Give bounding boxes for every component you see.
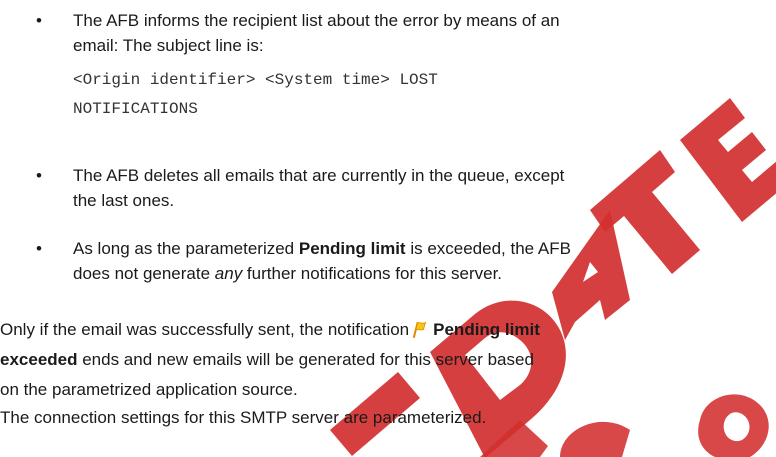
emphasis: any	[214, 264, 243, 283]
bullet-icon: •	[36, 239, 42, 258]
list-item-line: As long as the parameterized Pending lim…	[73, 239, 571, 258]
list-item-line: The AFB deletes all emails that are curr…	[73, 166, 565, 185]
term-exceeded: exceeded	[0, 350, 78, 369]
list-item-line: does not generate any further notificati…	[73, 264, 503, 283]
bullet-icon: •	[36, 166, 42, 185]
paragraph-line: on the parametrized application source.	[0, 380, 298, 399]
flag-icon	[413, 321, 427, 338]
document-body: • The AFB informs the recipient list abo…	[0, 0, 776, 457]
term-pending-limit: Pending limit	[298, 239, 406, 258]
bullet-icon: •	[36, 11, 42, 30]
paragraph-line: Only if the email was successfully sent,…	[0, 320, 540, 339]
code-line: <Origin identifier> <System time> LOST	[73, 71, 438, 89]
list-item-line: the last ones.	[73, 191, 175, 210]
code-block: <Origin identifier> <System time> LOST N…	[73, 66, 438, 124]
code-line: NOTIFICATIONS	[73, 100, 198, 118]
list-item-line: The AFB informs the recipient list about…	[73, 11, 560, 30]
paragraph: Only if the email was successfully sent,…	[0, 315, 776, 405]
paragraph-line: exceeded ends and new emails will be gen…	[0, 350, 534, 369]
term-pending-limit: Pending limit	[433, 320, 540, 339]
paragraph: The connection settings for this SMTP se…	[0, 408, 487, 427]
list-item-line: email: The subject line is:	[73, 36, 264, 55]
